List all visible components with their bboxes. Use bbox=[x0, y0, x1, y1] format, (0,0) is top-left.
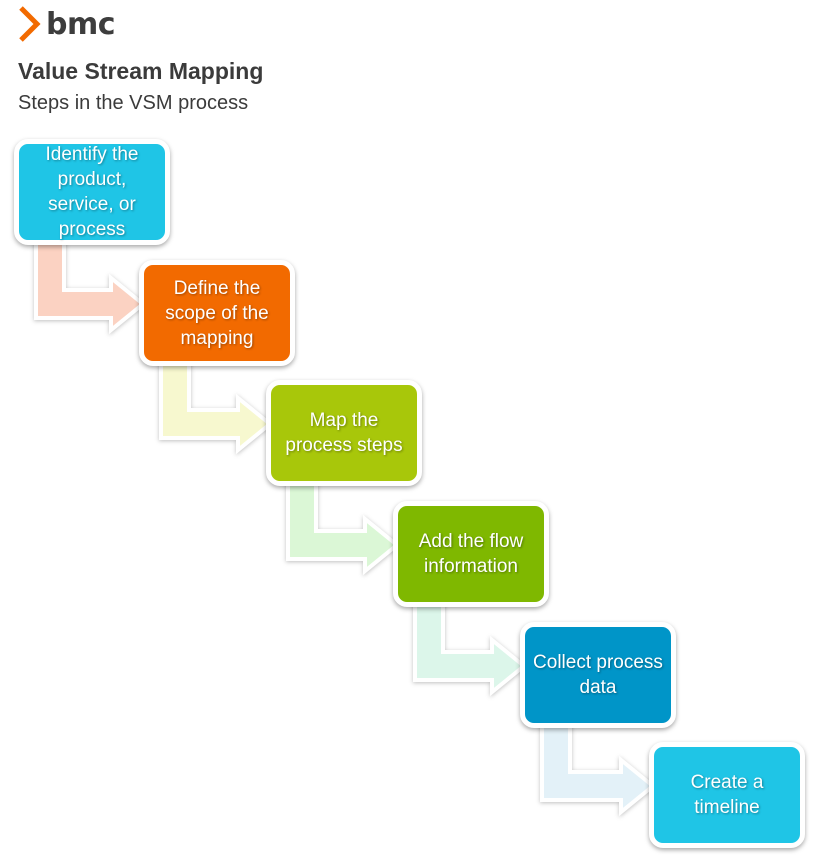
connector-arrow-1 bbox=[34, 237, 147, 335]
step-label: Identify the product, service, or proces… bbox=[45, 144, 139, 240]
step-label: Map the process steps bbox=[285, 410, 403, 456]
step-label: Define the scope of the mapping bbox=[165, 277, 269, 349]
connector-arrow-4 bbox=[413, 599, 528, 697]
connector-arrow-5 bbox=[540, 720, 657, 817]
step-box-2: Define the scope of the mapping bbox=[139, 260, 295, 366]
step-box-6: Create a timeline bbox=[649, 742, 805, 848]
step-box-3: Map the process steps bbox=[266, 380, 422, 486]
step-label: Create a timeline bbox=[690, 772, 764, 818]
step-box-4: Add the flow information bbox=[393, 501, 549, 607]
step-label: Collect process data bbox=[533, 652, 663, 698]
connector-arrow-2 bbox=[159, 358, 274, 455]
connector-arrow-3 bbox=[286, 478, 401, 576]
step-box-5: Collect process data bbox=[520, 622, 676, 728]
step-label: Add the flow information bbox=[418, 531, 524, 577]
step-box-1: Identify the product, service, or proces… bbox=[14, 139, 170, 245]
